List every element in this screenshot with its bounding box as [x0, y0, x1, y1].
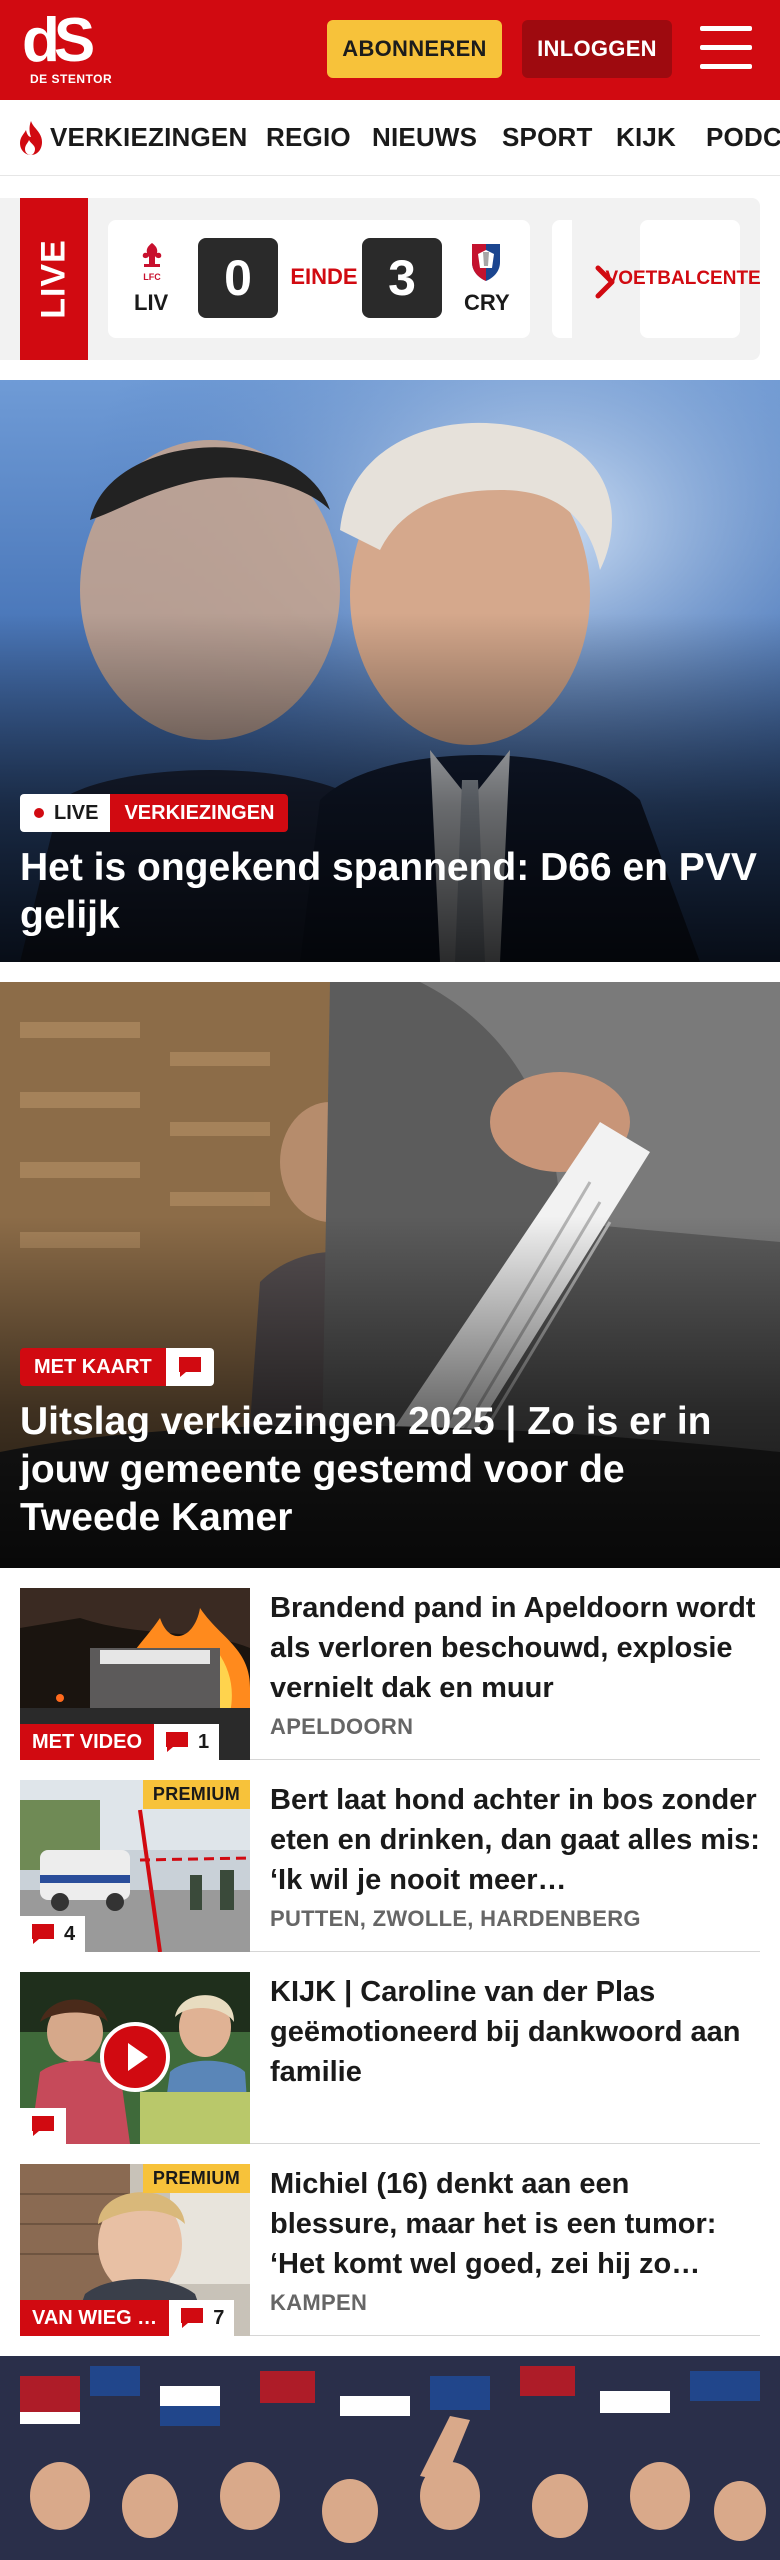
premium-badge: PREMIUM	[142, 2164, 250, 2193]
subscribe-button[interactable]: ABONNEREN	[327, 20, 502, 78]
comment-count	[20, 2108, 66, 2144]
live-scores-strip: LIVE LFC LIV 0 EINDE 3 CRY VOETBALCENTER	[0, 198, 760, 360]
premium-badge: PREMIUM	[142, 1780, 250, 1809]
logo-mark: dS	[22, 6, 95, 75]
nav-item-podcast[interactable]: PODCAST	[706, 122, 780, 153]
comment-count-value: 1	[198, 1730, 210, 1753]
article-location: KAMPEN	[270, 2290, 368, 2315]
nav-item-nieuws[interactable]: NIEUWS	[372, 122, 477, 153]
next-match-card-peek[interactable]	[552, 220, 572, 338]
article-item-apeldoorn[interactable]: MET VIDEO 1 Brandend pand in Apeldoorn w…	[20, 1588, 760, 1760]
article-thumbnail: PREMIUM 4	[20, 1780, 250, 1952]
liverpool-crest-icon: LFC	[142, 243, 162, 282]
login-button[interactable]: INLOGGEN	[522, 20, 672, 78]
met-kaart-tag: MET KAART	[20, 1348, 166, 1386]
comment-count-value: 7	[213, 2306, 225, 2329]
hero-photo-crowd	[0, 2356, 780, 2560]
live-dot-icon	[34, 808, 44, 818]
hero-article-crowd[interactable]	[0, 2356, 780, 2560]
category-tag: VERKIEZINGEN	[110, 794, 289, 832]
match-status: EINDE	[290, 264, 358, 289]
article-title[interactable]: KIJK | Caroline van der Plas geëmotionee…	[270, 1972, 760, 2092]
chevron-right-icon[interactable]	[592, 264, 620, 300]
article-thumbnail: PREMIUM VAN WIEG … 7	[20, 2164, 250, 2336]
article-item-bert[interactable]: PREMIUM 4 Bert laat hond achter in bos z…	[20, 1780, 760, 1952]
comment-count: 1	[154, 1724, 220, 1760]
hero2-tags: MET KAART	[20, 1348, 214, 1386]
hamburger-menu-icon[interactable]	[700, 24, 752, 72]
hero-article-elections-live[interactable]: LIVE VERKIEZINGEN Het is ongekend spanne…	[0, 380, 780, 962]
flame-icon	[20, 121, 42, 155]
article-title[interactable]: Brandend pand in Apeldoorn wordt als ver…	[270, 1588, 760, 1708]
article-item-michiel[interactable]: PREMIUM VAN WIEG … 7 Michiel (16) denkt …	[20, 2164, 760, 2336]
svg-text:LFC: LFC	[143, 272, 161, 282]
live-label-text: LIVE	[34, 239, 73, 319]
live-tag-text: LIVE	[54, 801, 99, 824]
article-item-caroline[interactable]: KIJK | Caroline van der Plas geëmotionee…	[20, 1972, 760, 2144]
article-thumbnail	[20, 1972, 250, 2144]
thumb-tags: MET VIDEO 1	[20, 1724, 220, 1760]
hero1-tags: LIVE VERKIEZINGEN	[20, 794, 289, 832]
thumb-tags	[20, 2108, 66, 2144]
hero2-title[interactable]: Uitslag verkiezingen 2025 | Zo is er in …	[20, 1398, 760, 1542]
comment-tag	[165, 1348, 214, 1386]
section-nav: VERKIEZINGEN REGIO NIEUWS SPORT KIJK POD…	[0, 100, 780, 176]
nav-item-kijk[interactable]: KIJK	[616, 122, 676, 153]
nav-item-verkiezingen[interactable]: VERKIEZINGEN	[50, 122, 247, 153]
hero1-title[interactable]: Het is ongekend spannend: D66 en PVV gel…	[20, 844, 760, 940]
voetbal-center-link[interactable]: VOETBALCENTER	[606, 220, 760, 338]
thumb-tags: VAN WIEG … 7	[20, 2300, 235, 2336]
series-tag: VAN WIEG …	[20, 2300, 170, 2336]
article-location: PUTTEN, ZWOLLE, HARDENBERG	[270, 1906, 641, 1931]
thumb-tags: 4	[20, 1916, 86, 1952]
home-score: 0	[198, 238, 278, 318]
comment-count: 7	[169, 2300, 235, 2336]
away-team-abbr: CRY	[464, 290, 510, 315]
met-video-tag: MET VIDEO	[20, 1724, 155, 1760]
nav-item-sport[interactable]: SPORT	[502, 122, 593, 153]
site-logo[interactable]: dS DE STENTOR	[22, 10, 142, 90]
article-location: APELDOORN	[270, 1714, 414, 1739]
hero-article-election-results[interactable]: MET KAART Uitslag verkiezingen 2025 | Zo…	[0, 982, 780, 1568]
match-card[interactable]: LFC LIV 0 EINDE 3 CRY	[108, 220, 530, 338]
article-title[interactable]: Bert laat hond achter in bos zonder eten…	[270, 1780, 760, 1900]
article-title[interactable]: Michiel (16) denkt aan een blessure, maa…	[270, 2164, 760, 2284]
comment-count: 4	[20, 1916, 86, 1952]
article-thumbnail: MET VIDEO 1	[20, 1588, 250, 1760]
away-score: 3	[362, 238, 442, 318]
comment-icon	[166, 1732, 189, 1752]
live-tag: LIVE	[20, 794, 111, 832]
site-header: dS DE STENTOR ABONNEREN INLOGGEN	[0, 0, 780, 100]
comment-icon	[32, 1924, 54, 1944]
nav-item-regio[interactable]: REGIO	[266, 122, 351, 153]
crystal-palace-crest-icon	[472, 244, 500, 281]
comment-count-value: 4	[64, 1922, 76, 1945]
comment-icon	[178, 1357, 201, 1377]
comment-icon	[181, 2308, 204, 2328]
logo-subtitle: DE STENTOR	[30, 72, 113, 86]
live-label: LIVE	[20, 198, 88, 360]
comment-icon	[32, 2116, 54, 2136]
home-team-abbr: LIV	[134, 290, 169, 315]
play-video-icon[interactable]	[100, 2022, 170, 2092]
